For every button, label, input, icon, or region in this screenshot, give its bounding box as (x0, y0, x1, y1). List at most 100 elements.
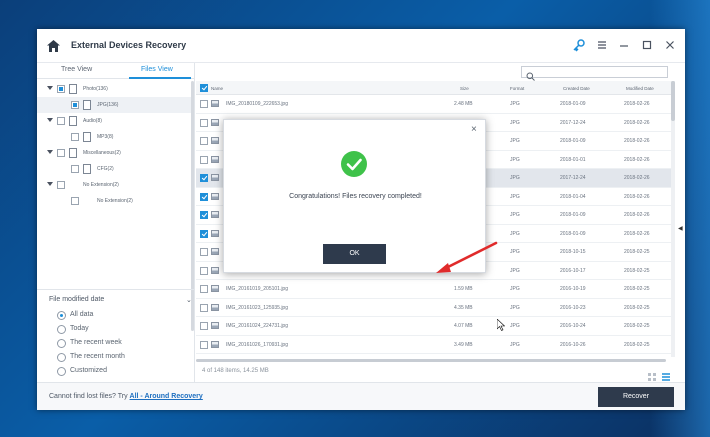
expand-arrow-icon[interactable] (47, 118, 53, 122)
tree-checkbox[interactable] (71, 165, 79, 173)
column-name[interactable]: Name (211, 86, 223, 91)
column-created[interactable]: Created Date (563, 86, 590, 91)
tree-checkbox[interactable] (57, 85, 65, 93)
column-size[interactable]: Size (460, 86, 469, 91)
image-file-icon (211, 322, 219, 329)
tree-item-cfg[interactable]: CFG(2) (37, 161, 191, 177)
select-all-checkbox[interactable] (200, 84, 208, 92)
radio-button[interactable] (57, 325, 66, 334)
key-icon[interactable] (572, 38, 586, 52)
table-row[interactable]: IMG_20161024_224731.jpg 4.07 MB JPG 2016-10… (196, 317, 674, 336)
tree-checkbox[interactable] (71, 101, 79, 109)
search-input[interactable] (521, 66, 668, 81)
row-checkbox[interactable] (200, 340, 208, 349)
row-checkbox[interactable] (200, 248, 208, 256)
row-checkbox[interactable] (200, 155, 208, 164)
tree-checkbox[interactable] (57, 181, 65, 189)
tree-item-photo[interactable]: Photo(136) (37, 81, 191, 97)
menu-icon[interactable] (595, 38, 609, 52)
cell-format: JPG (510, 341, 520, 348)
tree-checkbox[interactable] (71, 197, 79, 205)
close-icon[interactable] (663, 38, 677, 52)
row-checkbox[interactable] (200, 174, 208, 182)
expand-arrow-icon[interactable] (47, 150, 53, 154)
radio-button[interactable] (57, 311, 66, 320)
tree-item-label: Photo(136) (83, 86, 108, 92)
chevron-down-icon[interactable]: ⌄ (186, 296, 192, 304)
folder-icon (69, 84, 77, 94)
row-checkbox[interactable] (200, 303, 208, 312)
row-checkbox[interactable] (200, 118, 208, 127)
horizontal-scrollbar[interactable] (196, 359, 666, 362)
tree-checkbox[interactable] (57, 149, 65, 157)
tree-item-no-extension-child[interactable]: No Extension(2) (37, 193, 191, 209)
cell-modified: 2018-02-25 (624, 304, 650, 311)
tree-checkbox[interactable] (71, 133, 79, 141)
cell-created: 2018-01-01 (560, 156, 586, 163)
tab-files-view[interactable]: Files View (141, 66, 173, 73)
tree-item-jpg[interactable]: JPG(136) (37, 97, 191, 113)
row-checkbox[interactable] (200, 137, 208, 145)
folder-icon (69, 116, 77, 126)
tree-item-label: Miscellaneous(2) (83, 150, 121, 156)
cell-size: 3.49 MB (454, 341, 473, 348)
cell-modified: 2018-02-26 (624, 119, 650, 126)
tree-item-audio[interactable]: Audio(8) (37, 113, 191, 129)
cell-size: 4.35 MB (454, 304, 473, 311)
radio-button[interactable] (57, 367, 66, 376)
cell-created: 2018-01-04 (560, 193, 586, 200)
all-around-recovery-link[interactable]: All - Around Recovery (130, 393, 203, 400)
date-filter: File modified date ⌄ All data Today The … (37, 289, 195, 382)
image-file-icon (211, 211, 219, 218)
cell-format: JPG (510, 304, 520, 311)
radio-label: Today (70, 325, 89, 332)
column-format[interactable]: Format (510, 86, 524, 91)
table-row[interactable]: IMG_20180109_222653.jpg 2.48 MB JPG 2018-01… (196, 95, 674, 114)
table-row[interactable]: IMG_20161026_170931.jpg 3.49 MB JPG 2016-10… (196, 336, 674, 354)
table-row[interactable]: IMG_20161019_205101.jpg 1.59 MB JPG 2016-10… (196, 280, 674, 299)
row-checkbox[interactable] (200, 322, 208, 330)
row-checkbox[interactable] (200, 192, 208, 201)
ok-button[interactable]: OK (323, 244, 386, 264)
maximize-icon[interactable] (640, 38, 654, 52)
row-checkbox[interactable] (200, 229, 208, 238)
column-modified[interactable]: Modified Date (626, 86, 654, 91)
tree-checkbox[interactable] (57, 117, 65, 125)
grid-view-icon[interactable] (648, 368, 656, 381)
row-checkbox[interactable] (200, 211, 208, 219)
radio-label: The recent week (70, 339, 122, 346)
table-header: Name Size Format Created Date Modified D… (196, 81, 674, 95)
radio-button[interactable] (57, 353, 66, 362)
table-row[interactable]: IMG_20161023_125935.jpg 4.35 MB JPG 2016-10… (196, 299, 674, 317)
cell-modified: 2018-02-25 (624, 249, 650, 255)
app-title: External Devices Recovery (71, 40, 187, 50)
tree-item-no-extension[interactable]: No Extension(2) (37, 177, 191, 193)
tree-item-mp3[interactable]: MP3(8) (37, 129, 191, 145)
expand-arrow-icon[interactable] (47, 182, 53, 186)
cell-name: IMG_20161026_170931.jpg (226, 341, 288, 348)
image-file-icon (211, 192, 219, 200)
image-file-icon (211, 137, 219, 144)
row-checkbox[interactable] (200, 285, 208, 293)
recover-button[interactable]: Recover (598, 387, 674, 407)
cell-modified: 2018-02-25 (624, 323, 650, 329)
active-tab-indicator (129, 77, 191, 79)
collapse-arrow-icon[interactable]: ◀ (678, 225, 683, 232)
expand-arrow-icon[interactable] (47, 86, 53, 90)
home-icon[interactable] (47, 39, 60, 52)
tree-item-miscellaneous[interactable]: Miscellaneous(2) (37, 145, 191, 161)
minimize-icon[interactable] (617, 38, 631, 52)
cell-created: 2016-10-24 (560, 323, 586, 329)
cell-name: IMG_20180109_222653.jpg (226, 101, 288, 107)
table-scrollbar[interactable] (671, 81, 675, 357)
scrollbar-thumb[interactable] (671, 81, 675, 121)
dialog-close-icon[interactable]: × (471, 124, 477, 135)
row-checkbox[interactable] (200, 266, 208, 275)
cell-format: JPG (510, 156, 520, 163)
tab-tree-view[interactable]: Tree View (61, 66, 92, 73)
radio-button[interactable] (57, 339, 66, 348)
cell-size: 4.07 MB (454, 323, 473, 329)
row-checkbox[interactable] (200, 100, 208, 108)
list-view-icon[interactable] (662, 368, 670, 381)
cell-name: IMG_20161023_125935.jpg (226, 304, 288, 311)
